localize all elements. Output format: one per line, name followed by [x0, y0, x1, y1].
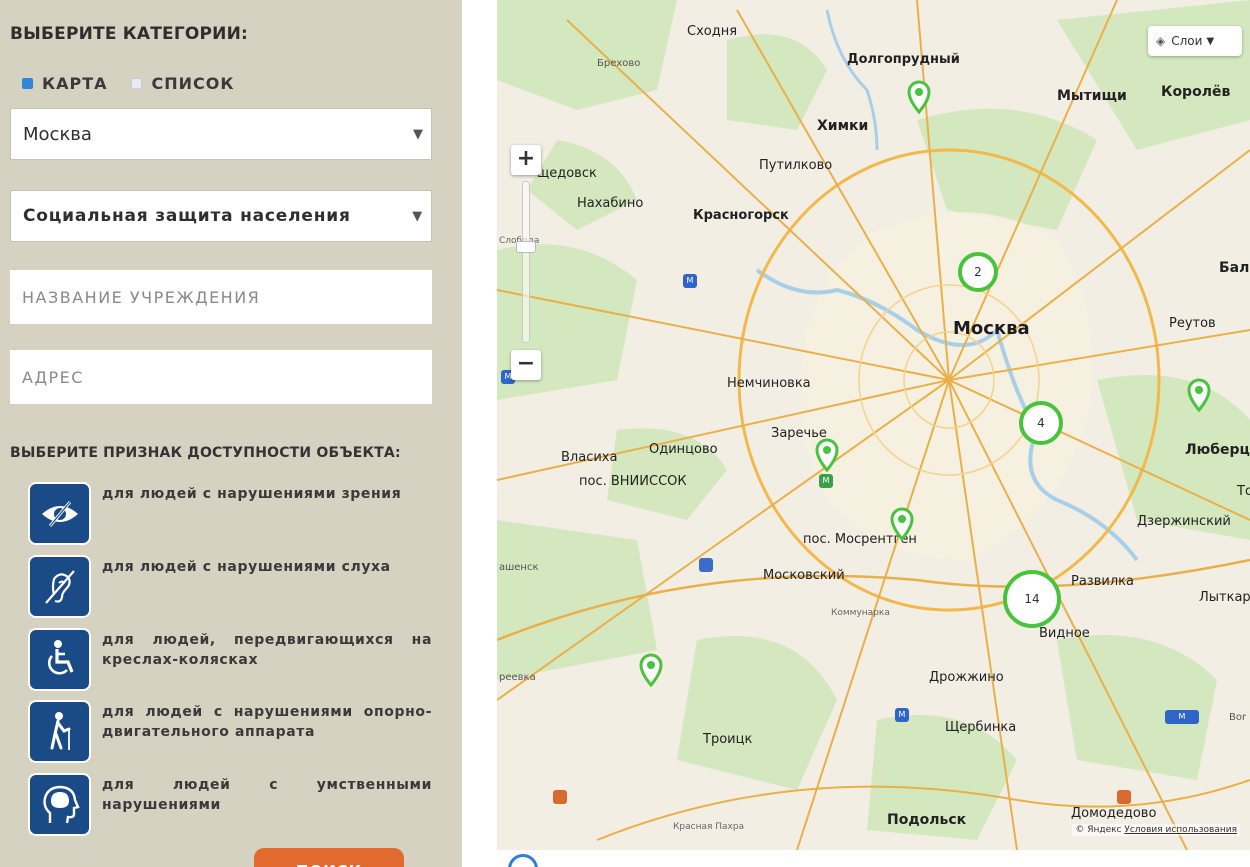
- zoom-out-button[interactable]: −: [511, 350, 541, 380]
- wheelchair-icon: [28, 628, 91, 691]
- map-label-lyubertsy: Люберцы: [1185, 442, 1250, 458]
- map-label-bal: Бал: [1219, 260, 1250, 276]
- view-toggle: КАРТА СПИСОК: [22, 72, 258, 94]
- airport-icon: [699, 558, 713, 572]
- accessibility-option-vision-label: для людей с нарушениями зрения: [102, 486, 402, 502]
- zoom-slider-track[interactable]: [522, 181, 530, 343]
- airport-icon: [1117, 790, 1131, 804]
- eye-crossed-icon: [28, 482, 91, 545]
- map-label-dolgoprudny: Долгопрудный: [847, 52, 960, 67]
- accessibility-option-motor-label: для людей с нарушениями опорно-двигатель…: [102, 704, 432, 740]
- search-button[interactable]: ПОИСК: [254, 848, 404, 867]
- map-label-domodedovo: Домодедово: [1071, 806, 1157, 821]
- radio-selected-icon[interactable]: [22, 77, 33, 89]
- map-label-putilkovo: Путилково: [759, 158, 833, 173]
- accessibility-option-hearing-label: для людей с нарушениями слуха: [102, 559, 391, 575]
- chevron-down-icon: ▼: [412, 209, 423, 224]
- ear-crossed-icon: [28, 555, 91, 618]
- map-view[interactable]: Сходня Брехово Долгопрудный Мытищи Корол…: [497, 0, 1250, 850]
- walking-cane-icon: [28, 700, 91, 763]
- map-label-reutov: Реутов: [1169, 316, 1216, 331]
- city-select-value: Москва: [23, 123, 92, 145]
- chevron-down-icon: ▼: [413, 127, 423, 142]
- accessibility-option-mental-label: для людей с умственными нарушениями: [102, 777, 432, 813]
- map-label-kommunarka: Коммунарка: [831, 608, 890, 618]
- map-label-drozhzhino: Дрожжино: [929, 670, 1004, 685]
- category-select[interactable]: Социальная защита населения ▼: [10, 190, 432, 242]
- geolocation-icon[interactable]: [508, 854, 538, 867]
- layers-label: Слои: [1171, 34, 1203, 48]
- copyright-text: © Яндекс: [1075, 825, 1122, 835]
- map-label-podolsk: Подольск: [887, 812, 967, 828]
- map-copyright: © Яндекс Условия использования: [1072, 824, 1240, 836]
- map-label-moscow: Москва: [953, 318, 1030, 339]
- map-label-vidnoe: Видное: [1039, 626, 1090, 641]
- accessibility-option-vision[interactable]: для людей с нарушениями зрения: [28, 482, 428, 546]
- map-label-krasnaya-pakhra: Красная Пахра: [673, 822, 745, 832]
- accessibility-option-wheelchair-label: для людей, передвигающихся на креслах-ко…: [102, 632, 432, 668]
- category-select-value: Социальная защита населения: [23, 206, 351, 226]
- head-brain-icon: [28, 773, 91, 836]
- city-select[interactable]: Москва ▼: [10, 108, 432, 160]
- map-pin-icon[interactable]: [907, 80, 931, 114]
- view-option-map-label: КАРТА: [42, 73, 108, 93]
- zoom-slider-handle[interactable]: [516, 241, 536, 253]
- map-label-ashensk: ашенск: [499, 562, 539, 573]
- map-label-moskovsky: Московский: [763, 568, 845, 583]
- map-label-razvilka: Развилка: [1071, 574, 1134, 589]
- metro-icon: M: [819, 474, 833, 488]
- filter-panel: ВЫБЕРИТЕ КАТЕГОРИИ: КАРТА СПИСОК Москва …: [0, 0, 462, 867]
- map-label-khimki: Химки: [817, 118, 869, 134]
- map-label-shchedovsk: щедовск: [537, 166, 597, 181]
- zoom-control: + −: [511, 145, 543, 385]
- chevron-down-icon: ▼: [1206, 35, 1215, 47]
- map-label-troitsk: Троицк: [703, 732, 753, 747]
- map-label-mytishchi: Мытищи: [1057, 88, 1127, 104]
- map-pin-icon[interactable]: [639, 653, 663, 687]
- accessibility-option-wheelchair[interactable]: для людей, передвигающихся на креслах-ко…: [28, 628, 431, 692]
- view-option-list-label: СПИСОК: [151, 73, 235, 93]
- map-label-to: То: [1237, 484, 1250, 499]
- metro-icon: M: [895, 708, 909, 722]
- metro-icon: M: [683, 274, 697, 288]
- map-label-brehovo: Брехово: [597, 58, 641, 69]
- cluster-marker[interactable]: 2: [958, 252, 998, 292]
- metro-icon: M: [1165, 710, 1199, 724]
- map-label-korolev: Королёв: [1161, 84, 1231, 100]
- view-option-list[interactable]: СПИСОК: [131, 74, 234, 93]
- airport-icon: [553, 790, 567, 804]
- categories-heading: ВЫБЕРИТЕ КАТЕГОРИИ:: [10, 24, 249, 44]
- layers-button[interactable]: ◈ Слои ▼: [1148, 26, 1242, 56]
- map-label-dzerzhinsky: Дзержинский: [1137, 514, 1231, 529]
- radio-unselected-icon[interactable]: [131, 77, 143, 89]
- map-label-odintsovo: Одинцово: [649, 442, 718, 457]
- map-label-krasnogorsk: Красногорск: [693, 208, 789, 223]
- accessibility-option-hearing[interactable]: для людей с нарушениями слуха: [28, 555, 428, 619]
- map-label-lytkarino: Лыткар: [1199, 590, 1250, 605]
- map-label-nemchinovka: Немчиновка: [727, 376, 811, 391]
- layers-icon: ◈: [1156, 34, 1166, 48]
- map-label-shodnya: Сходня: [687, 24, 738, 39]
- map-label-nakhabino: Нахабино: [577, 196, 644, 211]
- accessibility-option-mental[interactable]: для людей с умственными нарушениями: [28, 773, 431, 837]
- map-label-vlasikha: Власиха: [561, 450, 618, 465]
- institution-name-input[interactable]: [10, 270, 432, 324]
- accessibility-option-motor[interactable]: для людей с нарушениями опорно-двигатель…: [28, 700, 431, 764]
- map-base-layer: [497, 0, 1250, 850]
- map-pin-icon[interactable]: [890, 507, 914, 541]
- map-label-vniissok: пос. ВНИИССОК: [579, 474, 687, 489]
- map-pin-icon[interactable]: [815, 438, 839, 472]
- address-input[interactable]: [10, 350, 432, 404]
- cluster-marker[interactable]: 4: [1019, 401, 1063, 445]
- accessibility-heading: ВЫБЕРИТЕ ПРИЗНАК ДОСТУПНОСТИ ОБЪЕКТА:: [10, 445, 401, 461]
- cluster-marker[interactable]: 14: [1003, 570, 1061, 628]
- map-label-shcherbinka: Щербинка: [945, 720, 1017, 735]
- terms-link[interactable]: Условия использования: [1124, 825, 1237, 835]
- map-pin-icon[interactable]: [1187, 378, 1211, 412]
- map-label-bor: Bor: [1229, 712, 1247, 723]
- zoom-in-button[interactable]: +: [511, 145, 541, 175]
- map-label-reevka: реевка: [499, 672, 536, 683]
- view-option-map[interactable]: КАРТА: [22, 74, 107, 93]
